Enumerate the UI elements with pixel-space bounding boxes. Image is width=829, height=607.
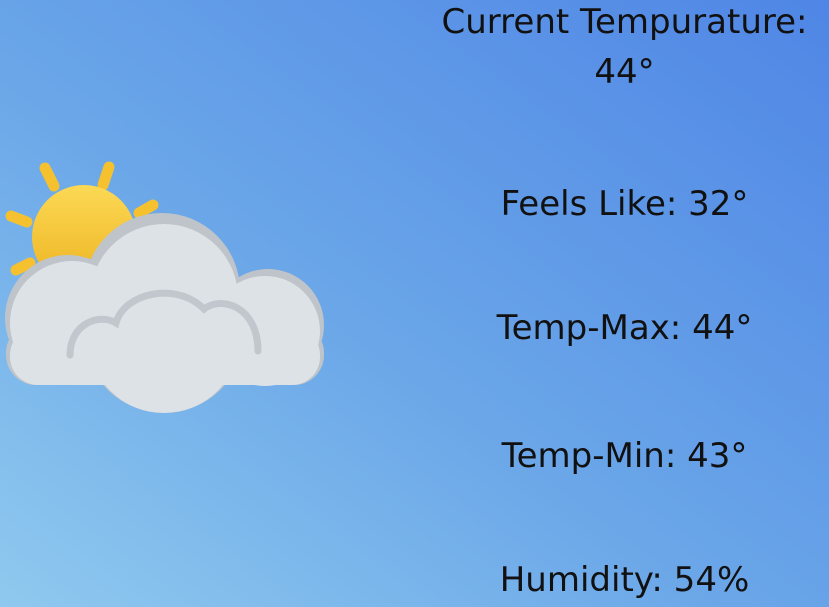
partly-cloudy-icon [0, 155, 330, 425]
humidity: Humidity: 54% [499, 560, 750, 600]
current-temperature-label: Current Tempurature: [441, 2, 808, 42]
feels-like: Feels Like: 32° [500, 184, 749, 224]
partly-cloudy-icon-graphic [5, 161, 324, 413]
temp-max: Temp-Max: 44° [496, 308, 753, 348]
temp-min: Temp-Min: 43° [501, 436, 748, 476]
current-temperature-value: 44° [594, 52, 655, 92]
